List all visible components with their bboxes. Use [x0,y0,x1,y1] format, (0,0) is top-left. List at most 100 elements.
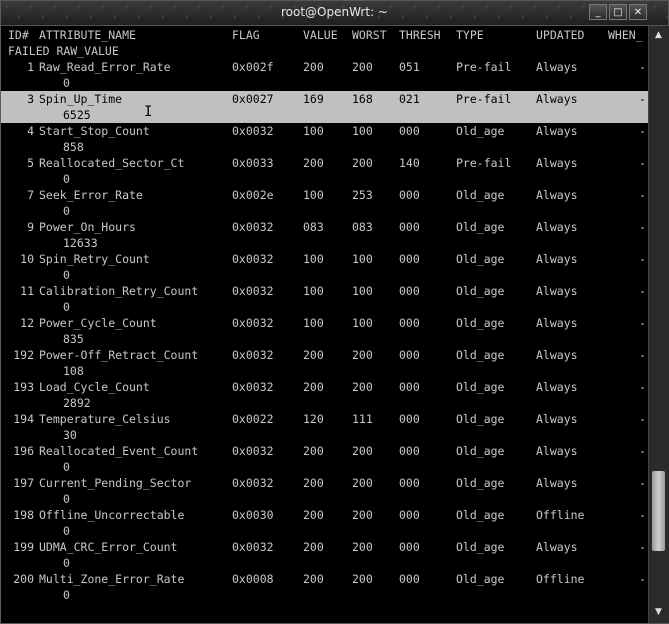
scroll-thumb[interactable] [652,471,665,551]
cell-type: Old_age [456,476,505,490]
cell-id: 200 [13,572,34,586]
cell-raw-value: 12633 [63,236,98,250]
table-row: 199 UDMA_CRC_Error_Count 0x0032 200 200 000 Ol… [1,539,648,555]
cell-flag: 0x0032 [232,252,274,266]
table-row-raw: 0 [1,491,648,507]
cell-updated: Always [536,412,578,426]
cell-flag: 0x0032 [232,124,274,138]
cell-value: 200 [303,380,324,394]
header-id: ID# [8,28,29,42]
table-row: 198 Offline_Uncorrectable 0x0030 200 200 000 O… [1,507,648,523]
cell-updated: Always [536,220,578,234]
cell-flag: 0x0027 [232,92,274,106]
cell-value: 200 [303,156,324,170]
cell-when: - [639,540,646,554]
header-flag: FLAG [232,28,260,42]
cell-worst: 200 [352,444,373,458]
cell-name: Power_Cycle_Count [39,316,157,330]
cell-flag: 0x0032 [232,476,274,490]
cell-name: Load_Cycle_Count [39,380,150,394]
cell-worst: 100 [352,284,373,298]
table-row: 9 Power_On_Hours 0x0032 083 083 000 Old_age Alw… [1,219,648,235]
close-button[interactable]: ✕ [629,4,647,20]
cell-type: Old_age [456,284,505,298]
cell-raw-value: 0 [63,268,70,282]
cell-worst: 200 [352,508,373,522]
cell-raw-value: 0 [63,76,70,90]
table-row-raw: 12633 [1,235,648,251]
scroll-up-icon[interactable]: ▲ [651,28,666,42]
cell-value: 200 [303,444,324,458]
maximize-button[interactable]: □ [609,4,627,20]
cell-worst: 100 [352,124,373,138]
cell-thresh: 000 [399,412,420,426]
cell-value: 169 [303,92,324,106]
cell-when: - [639,60,646,74]
table-row: 1 Raw_Read_Error_Rate 0x002f 200 200 051 Pre-f… [1,59,648,75]
cell-value: 100 [303,316,324,330]
cell-raw-value: 2892 [63,396,91,410]
table-row-raw: 0 [1,267,648,283]
cell-updated: Always [536,92,578,106]
cell-name: Spin_Up_Time [39,92,123,106]
cell-when: - [639,124,646,138]
cell-worst: 111 [352,412,373,426]
cell-when: - [639,380,646,394]
cell-thresh: 000 [399,348,420,362]
cell-raw-value: 0 [63,300,70,314]
cell-flag: 0x0032 [232,540,274,554]
title-bar[interactable]: root@OpenWrt: ~ _ □ ✕ [1,1,668,26]
scrollbar[interactable]: ▲ ▼ [648,26,669,623]
cell-value: 100 [303,252,324,266]
cell-when: - [639,476,646,490]
table-row: 12 Power_Cycle_Count 0x0032 100 100 000 Old_ag… [1,315,648,331]
cell-name: Reallocated_Sector_Ct [39,156,185,170]
cell-name: Temperature_Celsius [39,412,171,426]
header-worst: WORST [352,28,387,42]
table-row: 11 Calibration_Retry_Count 0x0032 100 100 000… [1,283,648,299]
cell-updated: Always [536,380,578,394]
cell-worst: 200 [352,476,373,490]
cell-type: Old_age [456,252,505,266]
cell-type: Old_age [456,220,505,234]
terminal-output[interactable]: ID# ATTRIBUTE_NAME FLAG VALUE WORST THRE… [1,26,648,623]
cell-worst: 100 [352,252,373,266]
cell-thresh: 140 [399,156,420,170]
cell-flag: 0x0033 [232,156,274,170]
cell-when: - [639,156,646,170]
table-row-raw: 0 [1,203,648,219]
header-line-2: FAILED RAW_VALUE [1,43,648,59]
table-row: 194 Temperature_Celsius 0x0022 120 111 000 Old… [1,411,648,427]
table-row: 5 Reallocated_Sector_Ct 0x0033 200 200 140 Pre… [1,155,648,171]
cell-type: Pre-fail [456,92,512,106]
cell-raw-value: 0 [63,172,70,186]
cell-name: Offline_Uncorrectable [39,508,185,522]
text-cursor-icon: I [144,104,153,120]
cell-updated: Always [536,348,578,362]
cell-id: 3 [27,92,34,106]
cell-worst: 168 [352,92,373,106]
cell-type: Old_age [456,188,505,202]
cell-type: Old_age [456,380,505,394]
cell-value: 083 [303,220,324,234]
cell-value: 120 [303,412,324,426]
cell-type: Pre-fail [456,156,512,170]
cell-raw-value: 0 [63,524,70,538]
table-row-raw: 0 [1,523,648,539]
cell-thresh: 000 [399,284,420,298]
cell-updated: Always [536,284,578,298]
cell-when: - [639,92,646,106]
scroll-down-icon[interactable]: ▼ [651,605,666,619]
cell-when: - [639,444,646,458]
header-type: TYPE [456,28,484,42]
minimize-button[interactable]: _ [589,4,607,20]
cell-id: 7 [27,188,34,202]
table-row: 193 Load_Cycle_Count 0x0032 200 200 000 Old_ag… [1,379,648,395]
cell-thresh: 021 [399,92,420,106]
cell-id: 199 [13,540,34,554]
cell-raw-value: 0 [63,460,70,474]
cell-type: Old_age [456,540,505,554]
cell-updated: Always [536,60,578,74]
cell-when: - [639,220,646,234]
cell-worst: 200 [352,380,373,394]
